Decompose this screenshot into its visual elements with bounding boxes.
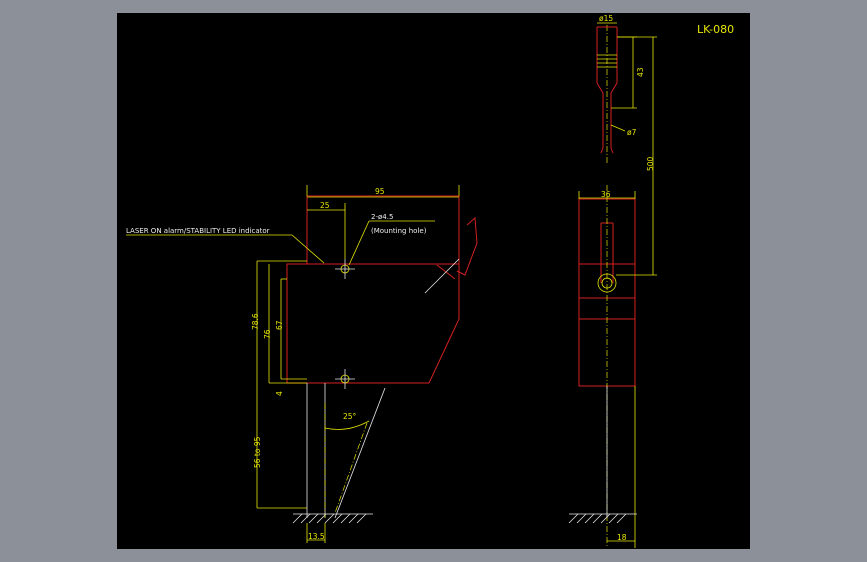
hole-note-sub: (Mounting hole) [371, 227, 427, 235]
dim-label-95: 95 [375, 187, 385, 196]
model-title: LK-080 [697, 23, 734, 36]
sensor-body-outline [286, 263, 460, 384]
dim-leader-dia7 [610, 124, 626, 132]
reception-beam [334, 387, 386, 519]
side-view: 36 18 [568, 185, 637, 548]
cable-detail: ø15 43 ø7 500 [596, 14, 657, 276]
dim-label-36: 36 [601, 190, 611, 199]
dim-label-dia7: ø7 [627, 128, 637, 137]
angle-arc [324, 420, 370, 430]
dim-label-range: 56 to 95 [253, 436, 262, 468]
dim-label-76: 76 [263, 329, 272, 339]
angle-label: 25° [343, 412, 357, 421]
cable-exit [456, 216, 478, 276]
hole-note: 2-ø4.5 [371, 213, 393, 221]
indicator-note: LASER ON alarm/STABILITY LED indicator [126, 227, 270, 235]
dim-label-500: 500 [646, 156, 655, 171]
reception-axis [334, 422, 368, 514]
dim-label-43: 43 [636, 67, 645, 77]
dim-label-25: 25 [320, 201, 330, 210]
dim-label-67: 67 [275, 320, 284, 330]
dim-label-4: 4 [275, 391, 284, 396]
dim-label-18: 18 [617, 533, 627, 542]
technical-drawing: LK-080 25° 95 25 2-ø4.5 (Mounting hole) … [126, 14, 734, 548]
front-view: 25° 95 25 2-ø4.5 (Mounting hole) LASER O… [126, 185, 478, 543]
dim-label-78-6: 78.6 [251, 313, 260, 330]
ground-hatch-front [292, 513, 367, 524]
drawing-viewport: LK-080 25° 95 25 2-ø4.5 (Mounting hole) … [117, 13, 750, 549]
indicator-leader [291, 234, 325, 264]
ground-hatch-side [568, 513, 627, 524]
dim-label-dia15: ø15 [599, 14, 613, 23]
dim-label-13-5: 13.5 [308, 532, 325, 541]
hole-leader [348, 220, 370, 266]
